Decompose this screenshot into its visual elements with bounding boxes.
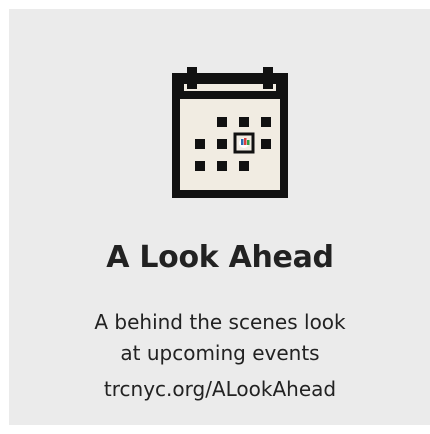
event-url-link[interactable]: trcnyc.org/ALookAhead: [9, 377, 430, 401]
info-card: A Look Ahead A behind the scenes look at…: [9, 9, 430, 425]
card-title: A Look Ahead: [106, 240, 334, 275]
calendar-icon: [161, 57, 299, 207]
description-line-2: at upcoming events: [120, 341, 320, 365]
description-line-1: A behind the scenes look: [94, 310, 346, 334]
